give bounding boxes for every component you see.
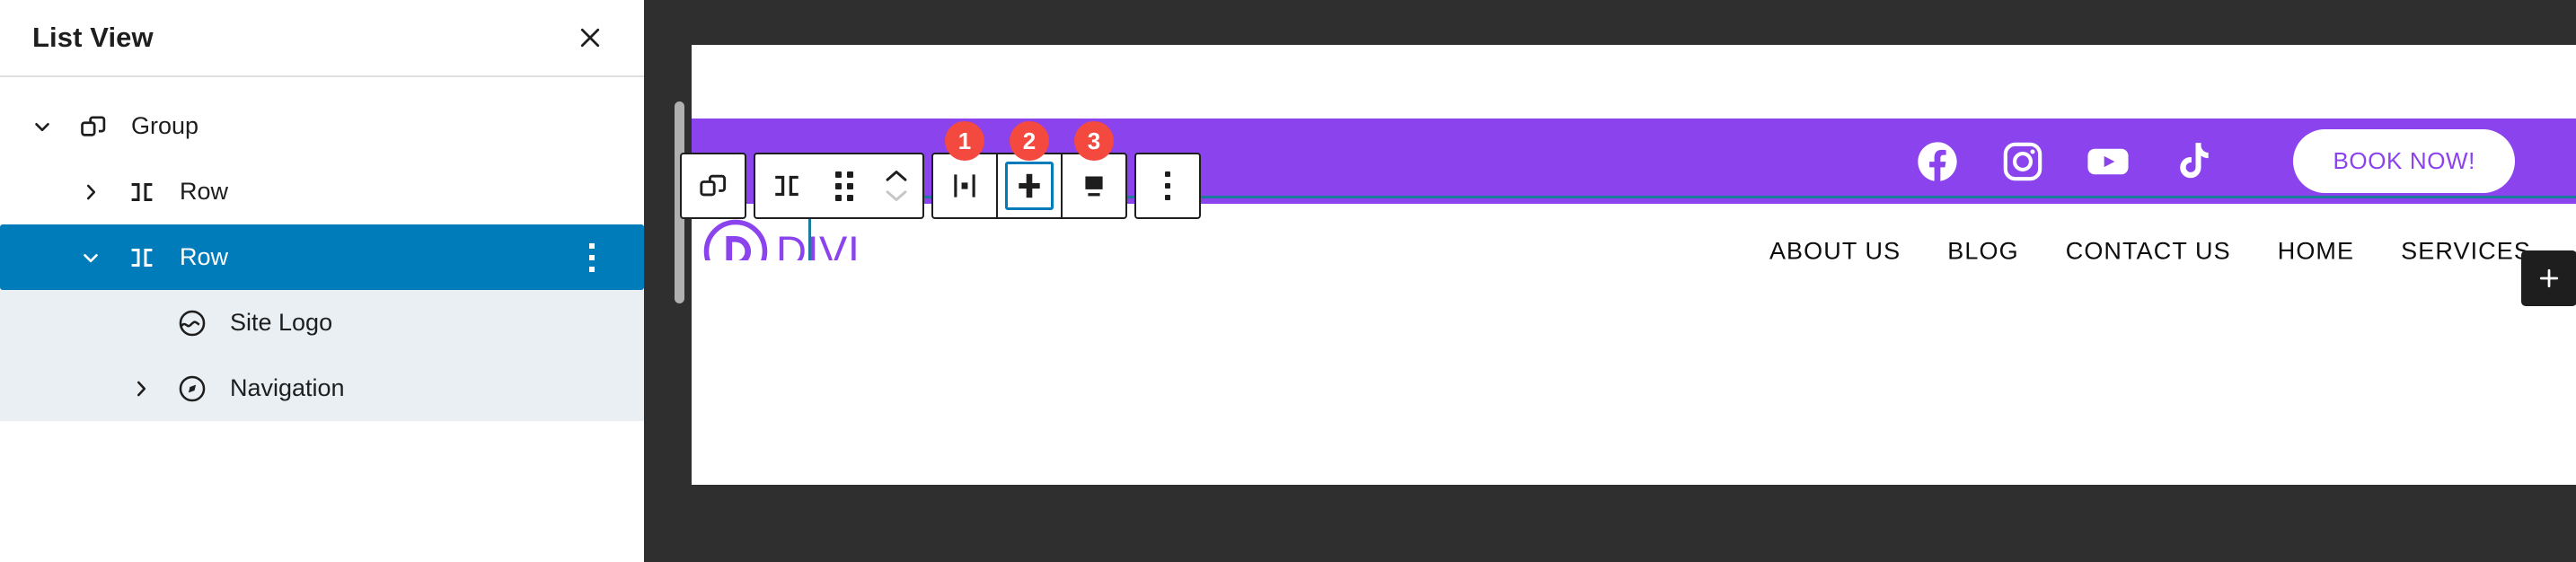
youtube-icon[interactable] (2085, 138, 2131, 185)
page-preview-bottom (692, 260, 2576, 485)
step-badge-2: 2 (1010, 121, 1049, 161)
tree-item-row[interactable]: Row (0, 224, 644, 290)
justify-items-center-button[interactable]: 1 (933, 121, 996, 217)
youtube-glyph (2087, 148, 2130, 174)
add-block-button[interactable] (2521, 250, 2576, 306)
close-icon[interactable] (561, 9, 619, 66)
tree-item-options-button[interactable] (574, 237, 610, 278)
chevron-down-icon (886, 190, 907, 201)
row-icon (117, 242, 167, 273)
mover-icons (883, 168, 910, 204)
toolbar-align-group: 1 2 3 (931, 121, 1127, 219)
page-top-whitespace (692, 45, 2576, 119)
toolbar-options-group (1134, 153, 1201, 219)
tree-item-row[interactable]: Row (0, 159, 644, 224)
chevron-down-icon[interactable] (16, 115, 68, 138)
vertical-dots-icon (1165, 171, 1170, 200)
panel-title: List View (32, 22, 154, 53)
block-tree: Group Row Row Site Logo Navigation (0, 77, 644, 421)
group-icon (68, 111, 119, 142)
group-icon (700, 174, 727, 197)
drag-dots-icon (835, 171, 853, 201)
move-updown-buttons[interactable] (870, 154, 922, 217)
chevron-up-icon (886, 171, 907, 181)
editor-root: List View Group Row Row Site Logo Navigation (0, 0, 2576, 562)
list-view-header: List View (0, 0, 644, 77)
editor-canvas: BOOK NOW! DIVI ABOUT US BLOG CONTACT US HOM… (644, 0, 2576, 562)
instagram-icon[interactable] (1999, 138, 2046, 185)
chevron-right-icon[interactable] (115, 377, 167, 400)
navigation-icon (167, 373, 217, 404)
step-badge-1: 1 (945, 121, 984, 161)
plus-icon (2539, 268, 2559, 288)
tiktok-glyph (2180, 142, 2210, 178)
tree-item-label: Site Logo (230, 309, 333, 336)
tree-item-label: Row (180, 178, 229, 205)
instagram-glyph (2004, 142, 2042, 180)
facebook-icon[interactable] (1914, 138, 1961, 185)
chevron-down-icon[interactable] (65, 246, 117, 269)
block-options-button[interactable] (1136, 154, 1199, 217)
step-badge-3: 3 (1074, 121, 1114, 161)
row-icon (117, 177, 167, 207)
tree-item-label: Group (131, 112, 199, 139)
row-icon (775, 175, 798, 197)
align-vertical-center-icon (1019, 173, 1040, 198)
block-type-button[interactable] (755, 154, 818, 217)
tree-item-label: Navigation (230, 374, 345, 401)
top-bar-content: BOOK NOW! (1914, 119, 2515, 204)
tree-item-group[interactable]: Group (0, 93, 644, 159)
book-now-button[interactable]: BOOK NOW! (2293, 129, 2515, 193)
tree-item-label: Row (180, 243, 229, 270)
drag-handle-button[interactable] (818, 154, 870, 217)
tiktok-icon[interactable] (2170, 138, 2217, 185)
select-parent-block-button[interactable] (682, 154, 745, 217)
chevron-right-icon[interactable] (65, 180, 117, 204)
justify-center-icon (954, 174, 975, 198)
tree-item-site-logo[interactable]: Site Logo (0, 290, 644, 356)
toolbar-parent-group (680, 153, 746, 219)
align-vertically-button[interactable]: 2 (998, 121, 1061, 217)
align-bottom-icon (1085, 176, 1103, 197)
site-logo-icon (167, 308, 217, 338)
toolbar-main-group (754, 153, 924, 219)
facebook-glyph (1918, 141, 1958, 181)
tree-item-navigation[interactable]: Navigation (0, 356, 644, 421)
block-toolbar: 1 2 3 (680, 121, 1201, 219)
close-glyph (580, 28, 600, 48)
list-view-panel: List View Group Row Row Site Logo Navigation (0, 0, 644, 562)
align-bottom-button[interactable]: 3 (1063, 121, 1125, 217)
